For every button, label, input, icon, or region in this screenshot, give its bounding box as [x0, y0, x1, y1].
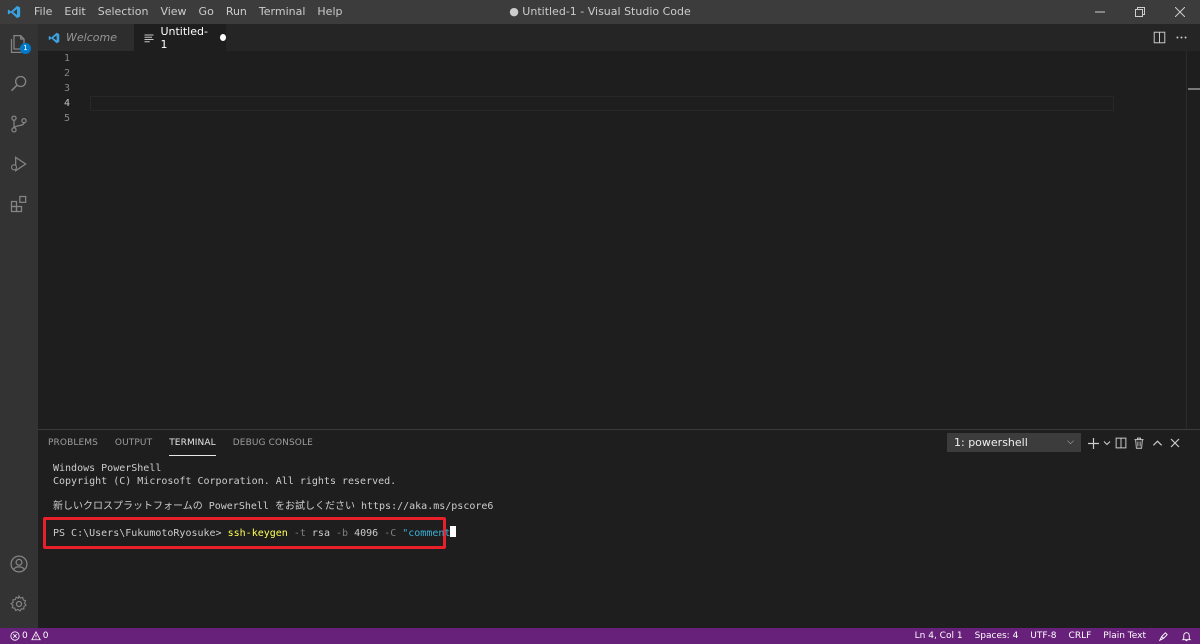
minimize-icon	[1095, 11, 1105, 13]
chevron-down-icon: ⌵	[1067, 437, 1074, 447]
line-number-active: 4	[63, 98, 70, 109]
tab-label: Untitled-1	[160, 24, 208, 51]
terminal-selector[interactable]: 1: powershell ⌵	[947, 433, 1081, 452]
menu-view[interactable]: View	[154, 0, 192, 24]
split-terminal-icon[interactable]	[1112, 434, 1130, 452]
vscode-tab-icon	[46, 32, 62, 44]
new-terminal-icon[interactable]	[1084, 434, 1102, 452]
title-bar: File Edit Selection View Go Run Terminal…	[0, 0, 1200, 24]
menu-help[interactable]: Help	[311, 0, 348, 24]
run-debug-icon[interactable]	[0, 144, 38, 184]
warning-icon	[30, 631, 41, 641]
vscode-logo-icon	[0, 0, 28, 24]
status-right: Ln 4, Col 1 Spaces: 4 UTF-8 CRLF Plain T…	[903, 628, 1192, 644]
command-arg: rsa	[305, 528, 330, 539]
command-name: ssh-keygen	[227, 528, 288, 539]
command-param: -b	[329, 528, 349, 539]
line-number: 5	[63, 113, 70, 124]
current-line-highlight	[90, 96, 1114, 111]
indentation[interactable]: Spaces: 4	[975, 631, 1019, 641]
close-icon	[1175, 7, 1185, 17]
panel-tabs: PROBLEMS OUTPUT TERMINAL DEBUG CONSOLE	[48, 430, 330, 456]
restore-icon	[1135, 7, 1145, 17]
source-control-icon[interactable]	[0, 104, 38, 144]
tab-welcome[interactable]: Welcome	[38, 24, 134, 51]
editor-tab-bar: Welcome Untitled-1	[38, 24, 1200, 51]
menu-bar: File Edit Selection View Go Run Terminal…	[28, 0, 348, 24]
vertical-scrollbar[interactable]	[1186, 51, 1200, 429]
more-actions-icon[interactable]	[1170, 27, 1192, 49]
tab-problems[interactable]: PROBLEMS	[48, 430, 98, 456]
terminal-selector-value: 1: powershell	[954, 436, 1028, 449]
menu-file[interactable]: File	[28, 0, 58, 24]
warning-count: 0	[42, 631, 49, 641]
terminal-output[interactable]: Windows PowerShell Copyright (C) Microso…	[53, 463, 493, 513]
tab-terminal[interactable]: TERMINAL	[169, 430, 216, 456]
tab-debug-console[interactable]: DEBUG CONSOLE	[233, 430, 313, 456]
minimize-button[interactable]	[1080, 0, 1120, 24]
menu-edit[interactable]: Edit	[58, 0, 91, 24]
terminal-line: Windows PowerShell	[53, 463, 162, 474]
error-count: 0	[22, 631, 28, 641]
cursor-position-marker	[1188, 88, 1200, 90]
explorer-icon[interactable]: 1	[0, 24, 38, 64]
status-bar: 0 0 Ln 4, Col 1 Spaces: 4 UTF-8 CRLF Pla…	[0, 628, 1200, 644]
tab-untitled-1[interactable]: Untitled-1	[134, 24, 226, 51]
line-number-gutter: 1 2 3 4 5	[38, 51, 78, 126]
activity-bar: 1	[0, 24, 38, 628]
line-number: 3	[63, 83, 70, 94]
search-icon[interactable]	[0, 64, 38, 104]
language-mode[interactable]: Plain Text	[1103, 631, 1146, 641]
account-icon[interactable]	[0, 544, 38, 584]
line-number: 2	[63, 68, 70, 79]
tab-output[interactable]: OUTPUT	[115, 430, 152, 456]
status-left: 0 0	[0, 631, 52, 641]
text-editor[interactable]: 1 2 3 4 5	[38, 51, 1200, 429]
terminal-cursor	[450, 526, 457, 537]
command-param: -t	[287, 528, 306, 539]
problems-status[interactable]: 0 0	[10, 631, 48, 641]
error-icon	[10, 631, 20, 641]
restore-button[interactable]	[1120, 0, 1160, 24]
menu-terminal[interactable]: Terminal	[253, 0, 312, 24]
maximize-panel-icon[interactable]	[1148, 434, 1166, 452]
bell-icon[interactable]	[1181, 631, 1192, 642]
explorer-badge: 1	[20, 43, 31, 54]
command-param: -C	[378, 528, 397, 539]
cursor-position[interactable]: Ln 4, Col 1	[915, 631, 963, 641]
editor-actions	[1148, 24, 1192, 51]
command-arg: 4096	[348, 528, 379, 539]
bottom-panel: PROBLEMS OUTPUT TERMINAL DEBUG CONSOLE 1…	[38, 429, 1200, 628]
end-of-line[interactable]: CRLF	[1069, 631, 1092, 641]
encoding[interactable]: UTF-8	[1030, 631, 1056, 641]
window-controls	[1080, 0, 1200, 24]
file-lines-icon	[142, 32, 156, 44]
terminal-menu-chevron-icon[interactable]	[1102, 434, 1112, 452]
feedback-icon[interactable]	[1158, 631, 1169, 642]
trash-icon[interactable]	[1130, 434, 1148, 452]
split-editor-icon[interactable]	[1148, 27, 1170, 49]
tab-label: Welcome	[66, 31, 117, 44]
menu-go[interactable]: Go	[193, 0, 220, 24]
close-window-button[interactable]	[1160, 0, 1200, 24]
unsaved-dot-icon[interactable]	[219, 34, 226, 41]
command-string: "comment	[396, 528, 451, 539]
menu-run[interactable]: Run	[220, 0, 253, 24]
prompt-text: PS C:\Users\FukumotoRyosuke>	[53, 528, 228, 539]
close-panel-icon[interactable]	[1166, 434, 1184, 452]
panel-actions	[1084, 433, 1184, 453]
terminal-command-line[interactable]: PS C:\Users\FukumotoRyosuke> ssh-keygen …	[53, 526, 457, 540]
gear-icon[interactable]	[0, 584, 38, 624]
terminal-line: Copyright (C) Microsoft Corporation. All…	[53, 475, 397, 487]
extensions-icon[interactable]	[0, 184, 38, 224]
terminal-line: 新しいクロスプラットフォームの PowerShell をお試しください http…	[53, 500, 494, 512]
line-number: 1	[63, 53, 70, 64]
menu-selection[interactable]: Selection	[92, 0, 155, 24]
